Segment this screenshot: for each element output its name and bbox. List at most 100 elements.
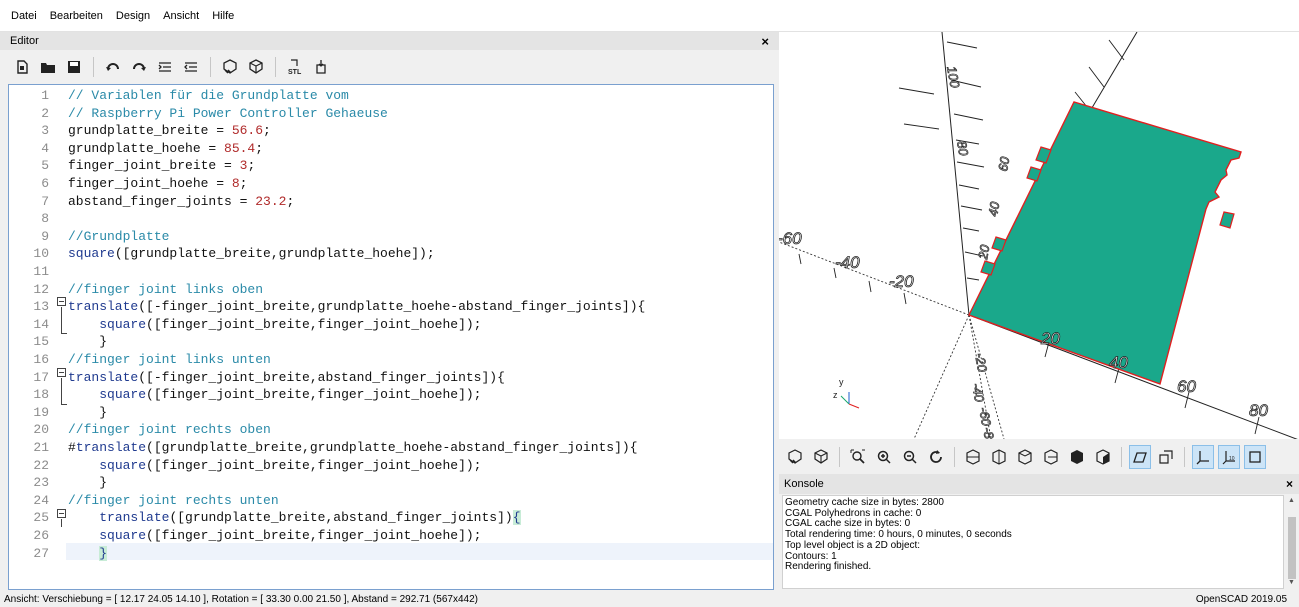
line-number: 11 — [33, 264, 49, 279]
line-number: 27 — [33, 545, 49, 561]
view-front-icon[interactable] — [1066, 445, 1088, 469]
zoom-in-icon[interactable] — [873, 445, 895, 469]
zoom-all-icon[interactable] — [847, 445, 869, 469]
line-number: 16 — [33, 352, 49, 367]
editor-close-button[interactable]: × — [761, 34, 769, 49]
axis-label: -60 — [976, 406, 994, 428]
axis-label: 20 — [975, 243, 993, 262]
render-icon[interactable] — [246, 57, 266, 77]
unindent-icon[interactable] — [155, 57, 175, 77]
perspective-icon[interactable] — [1129, 444, 1151, 469]
line-number: 19 — [33, 404, 49, 420]
svg-text:10: 10 — [1229, 456, 1235, 462]
code-line: //Grundplatte — [68, 228, 170, 244]
toolbar-separator — [954, 446, 955, 467]
console-output[interactable]: Geometry cache size in bytes: 2800 CGAL … — [782, 495, 1284, 589]
view-toolbar: 10 — [779, 439, 1299, 474]
scroll-down-arrow-icon[interactable]: ▼ — [1288, 579, 1295, 586]
line-number: 22 — [33, 457, 49, 473]
axis-label: 40 — [985, 200, 1002, 218]
axis-label: -20 — [972, 352, 990, 374]
fold-marker[interactable] — [57, 297, 66, 306]
editor-panel: Editor × STL 1 2 3 4 5 6 7 8 9 10 11 12 … — [0, 32, 779, 591]
menu-datei[interactable]: Datei — [11, 10, 37, 22]
axis-label: -40 — [835, 253, 860, 272]
axis-label: 60 — [995, 155, 1012, 173]
console-scrollbar[interactable]: ▲ ▼ — [1286, 495, 1298, 589]
console-line: Rendering finished. — [785, 561, 872, 573]
3d-viewport[interactable]: -60 -40 -20 20 40 60 80 20 40 60 80 100 … — [779, 32, 1299, 439]
console-close-button[interactable]: × — [1286, 477, 1293, 491]
menu-bearbeiten[interactable]: Bearbeiten — [50, 10, 103, 22]
menubar: Datei Bearbeiten Design Ansicht Hilfe — [0, 0, 1299, 32]
editor-toolbar: STL — [0, 50, 779, 84]
redo-icon[interactable] — [129, 57, 149, 77]
openscad-window: Datei Bearbeiten Design Ansicht Hilfe Ed… — [0, 0, 1299, 607]
code-line: translate([-finger_joint_breite,grundpla… — [68, 299, 646, 315]
code-editor[interactable]: 1 2 3 4 5 6 7 8 9 10 11 12 13 14 15 16 17 18 19 20 21 22 23 24 2… — [8, 84, 774, 590]
axis-label: -20 — [889, 272, 914, 291]
render-icon[interactable] — [810, 445, 832, 469]
svg-text:y: y — [839, 377, 844, 387]
send-to-printer-icon[interactable] — [311, 57, 331, 77]
preview-icon[interactable] — [220, 57, 240, 77]
show-scale-markers-icon[interactable]: 10 — [1218, 444, 1240, 469]
axis-label: 40 — [1109, 353, 1128, 372]
code-line: } — [68, 475, 108, 491]
fold-end — [61, 333, 67, 334]
fold-line — [61, 519, 62, 527]
line-number: 2 — [41, 105, 49, 121]
line-number: 20 — [33, 422, 49, 438]
scroll-up-arrow-icon[interactable]: ▲ — [1288, 497, 1295, 504]
orthogonal-icon[interactable] — [1155, 445, 1177, 469]
view-right-icon[interactable] — [962, 445, 984, 469]
status-bar: Ansicht: Verschiebung = [ 12.17 24.05 14… — [0, 591, 1299, 607]
line-number: 8 — [41, 211, 49, 227]
view-left-icon[interactable] — [1040, 445, 1062, 469]
zoom-out-icon[interactable] — [899, 445, 921, 469]
axis-label: 60 — [1177, 377, 1196, 396]
undo-icon[interactable] — [103, 57, 123, 77]
line-number: 4 — [41, 140, 49, 156]
axis-label: -60 — [779, 229, 802, 248]
menu-design[interactable]: Design — [116, 10, 150, 22]
svg-text:STL: STL — [288, 69, 302, 75]
reset-view-icon[interactable] — [925, 445, 947, 469]
line-number: 26 — [33, 528, 49, 543]
code-line: } — [68, 334, 108, 350]
scrollbar-thumb[interactable] — [1288, 517, 1296, 579]
view-back-icon[interactable] — [1092, 445, 1114, 469]
fold-marker[interactable] — [57, 368, 66, 377]
open-file-icon[interactable] — [38, 57, 58, 77]
code-line: //finger joint links oben — [68, 281, 264, 297]
view-top-icon[interactable] — [988, 445, 1010, 469]
toolbar-separator — [1184, 446, 1185, 467]
editor-titlebar: Editor × — [0, 32, 779, 50]
line-number: 17 — [33, 369, 49, 385]
line-number: 1 — [41, 88, 49, 103]
show-edges-icon[interactable] — [1244, 444, 1266, 469]
code-line: square([grundplatte_breite,grundplatte_h… — [68, 246, 435, 262]
code-line: grundplatte_hoehe = 85.4; — [68, 140, 264, 156]
save-icon[interactable] — [64, 57, 84, 77]
axis-label: 20 — [1040, 329, 1060, 348]
view-bottom-icon[interactable] — [1014, 445, 1036, 469]
console-line: Top level object is a 2D object: — [785, 539, 921, 551]
toolbar-separator — [275, 57, 276, 77]
indent-icon[interactable] — [181, 57, 201, 77]
line-number: 3 — [41, 123, 49, 139]
line-number: 25 — [33, 510, 49, 526]
new-file-icon[interactable] — [12, 57, 32, 77]
code-line: square([finger_joint_breite,finger_joint… — [99, 387, 482, 403]
export-stl-icon[interactable]: STL — [285, 57, 305, 77]
preview-icon[interactable] — [784, 445, 806, 469]
code-line: #translate([grundplatte_breite,grundplat… — [68, 440, 638, 455]
view-status-text: Ansicht: Verschiebung = [ 12.17 24.05 14… — [4, 593, 478, 605]
code-line: //finger joint links unten — [68, 352, 271, 367]
line-number: 10 — [33, 246, 49, 262]
menu-hilfe[interactable]: Hilfe — [212, 10, 234, 22]
fold-marker[interactable] — [57, 509, 66, 518]
editor-title: Editor — [10, 35, 39, 47]
show-axes-icon[interactable] — [1192, 444, 1214, 469]
menu-ansicht[interactable]: Ansicht — [163, 10, 199, 22]
